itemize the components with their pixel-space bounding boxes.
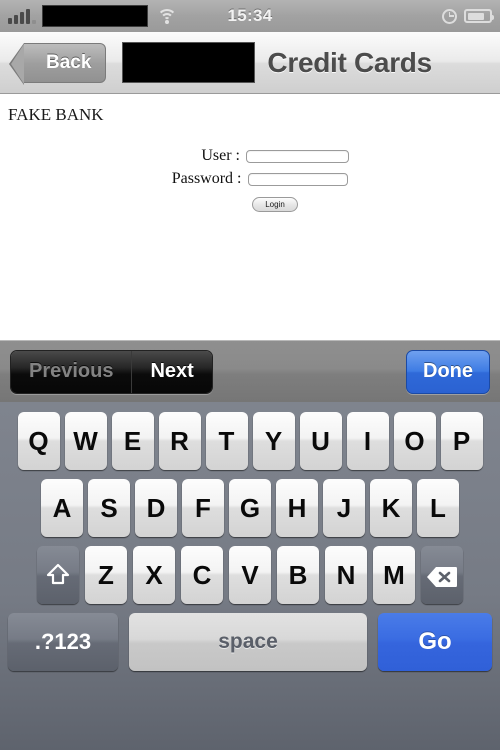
keyboard-row-2: A S D F G H J K L bbox=[0, 479, 500, 537]
key-s[interactable]: S bbox=[88, 479, 130, 537]
key-f[interactable]: F bbox=[182, 479, 224, 537]
user-input[interactable] bbox=[246, 149, 349, 163]
key-r[interactable]: R bbox=[158, 412, 201, 470]
key-x[interactable]: X bbox=[133, 546, 175, 604]
key-b[interactable]: B bbox=[277, 546, 319, 604]
key-l[interactable]: L bbox=[417, 479, 459, 537]
key-i[interactable]: I bbox=[346, 412, 389, 470]
key-n[interactable]: N bbox=[325, 546, 367, 604]
key-q[interactable]: Q bbox=[17, 412, 60, 470]
key-a[interactable]: A bbox=[41, 479, 83, 537]
login-button-wrap: Login bbox=[0, 197, 500, 212]
onscreen-keyboard: Q W E R T Y U I O P A S D F G H J K L Z … bbox=[0, 402, 500, 750]
status-bar-clock: 15:34 bbox=[227, 6, 273, 25]
previous-field-button[interactable]: Previous bbox=[11, 350, 133, 393]
key-t[interactable]: T bbox=[205, 412, 248, 470]
alarm-clock-icon bbox=[442, 8, 457, 24]
key-u[interactable]: U bbox=[299, 412, 342, 470]
key-z[interactable]: Z bbox=[85, 546, 127, 604]
key-c[interactable]: C bbox=[181, 546, 223, 604]
space-key[interactable]: space bbox=[129, 613, 367, 671]
iphone-screen: 15:34 Back Credit Cards FAKE BANK User :… bbox=[0, 0, 500, 750]
user-label: User : bbox=[201, 147, 240, 164]
shift-up-arrow-icon bbox=[45, 562, 71, 588]
done-button[interactable]: Done bbox=[406, 349, 490, 394]
key-y[interactable]: Y bbox=[252, 412, 295, 470]
password-input[interactable] bbox=[247, 172, 348, 186]
backspace-delete-icon bbox=[426, 564, 458, 587]
key-h[interactable]: H bbox=[276, 479, 318, 537]
key-k[interactable]: K bbox=[370, 479, 412, 537]
back-button[interactable]: Back bbox=[8, 42, 107, 85]
navigation-bar: Back Credit Cards bbox=[0, 32, 500, 94]
login-form: User : Password : Login bbox=[0, 147, 500, 212]
login-button[interactable]: Login bbox=[252, 197, 298, 212]
status-bar: 15:34 bbox=[0, 0, 500, 32]
numeric-mode-key[interactable]: .?123 bbox=[8, 613, 118, 671]
key-j[interactable]: J bbox=[323, 479, 365, 537]
key-w[interactable]: W bbox=[64, 412, 107, 470]
backspace-key[interactable] bbox=[421, 546, 463, 604]
status-bar-right-icons bbox=[442, 8, 494, 24]
user-row: User : bbox=[0, 147, 500, 165]
keyboard-row-4: .?123 space Go bbox=[0, 613, 500, 671]
shift-key[interactable] bbox=[37, 546, 79, 604]
page-title: Credit Cards bbox=[267, 46, 432, 78]
next-field-button[interactable]: Next bbox=[132, 350, 212, 393]
password-label: Password : bbox=[171, 170, 242, 187]
prev-next-segmented-control: Previous Next bbox=[10, 349, 213, 394]
keyboard-row-1: Q W E R T Y U I O P bbox=[0, 412, 500, 470]
nav-title-redaction bbox=[122, 42, 256, 83]
key-m[interactable]: M bbox=[373, 546, 415, 604]
web-content-area: FAKE BANK User : Password : Login bbox=[0, 94, 500, 340]
bank-heading: FAKE BANK bbox=[8, 105, 104, 124]
key-v[interactable]: V bbox=[229, 546, 271, 604]
key-g[interactable]: G bbox=[229, 479, 271, 537]
keyboard-accessory-toolbar: Previous Next Done bbox=[0, 340, 500, 402]
back-button-label: Back bbox=[46, 51, 92, 73]
key-o[interactable]: O bbox=[393, 412, 436, 470]
battery-icon bbox=[464, 9, 494, 23]
keyboard-row-3: Z X C V B N M bbox=[0, 546, 500, 604]
password-row: Password : bbox=[0, 170, 500, 188]
key-d[interactable]: D bbox=[135, 479, 177, 537]
go-key[interactable]: Go bbox=[378, 613, 492, 671]
key-p[interactable]: P bbox=[440, 412, 483, 470]
key-e[interactable]: E bbox=[111, 412, 154, 470]
